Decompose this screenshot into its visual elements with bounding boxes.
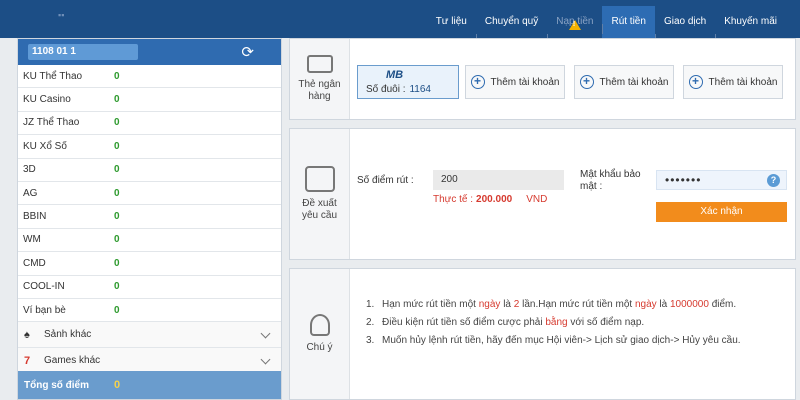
- account-row: KU Thể Thao 0: [18, 65, 281, 89]
- nav-nap-tien[interactable]: Nạp tiền: [547, 16, 602, 44]
- sidebar-header: 1108 01 1 ⟳: [18, 39, 281, 65]
- help-icon[interactable]: ?: [767, 174, 780, 187]
- bank-card-panel: Thẻ ngân hàng MB Số đuôi :1164 + Thêm tà…: [289, 38, 796, 120]
- notes-label: Chú ý: [306, 342, 333, 353]
- account-list: KU Thể Thao 0 KU Casino 0 JZ Thể Thao 0 KU Xổ …: [18, 65, 281, 323]
- withdraw-request-panel: Đề xuất yêu cầu Số điểm rút : 200 Thực t…: [289, 128, 796, 260]
- account-sidebar: 1108 01 1 ⟳ KU Thể Thao 0 KU Casino 0 JZ Thể…: [17, 38, 282, 400]
- notes-list: 1. Hạn mức rút tiền một ngày là 2 lần.Hạ…: [366, 299, 786, 353]
- account-row: KU Casino 0: [18, 88, 281, 112]
- account-name: WM: [23, 234, 41, 246]
- account-row: KU Xổ Số 0: [18, 135, 281, 159]
- plus-icon: +: [470, 75, 485, 89]
- warning-icon: [568, 20, 581, 30]
- plus-icon: +: [579, 75, 594, 89]
- add-account-button[interactable]: + Thêm tài khoản: [683, 65, 783, 99]
- nav-giao-dich[interactable]: Giao dịch: [654, 16, 715, 44]
- account-row: JZ Thể Thao 0: [18, 112, 281, 136]
- nav-tu-lieu[interactable]: Tư liệu: [427, 16, 476, 38]
- account-row: AG 0: [18, 182, 281, 206]
- plus-icon: +: [688, 75, 703, 89]
- account-name: CMD: [23, 257, 46, 269]
- account-row: WM 0: [18, 229, 281, 253]
- note-item: 2. Điều kiện rút tiền số điểm cược phải …: [366, 317, 645, 328]
- account-name: KU Xổ Số: [23, 140, 67, 152]
- add-account-button[interactable]: + Thêm tài khoản: [574, 65, 674, 99]
- notes-panel: Chú ý 1. Hạn mức rút tiền một ngày là 2 …: [289, 268, 796, 400]
- account-balance: 0: [114, 211, 120, 223]
- mb-bank-logo: MB: [386, 69, 404, 81]
- nav-chuyen-quy[interactable]: Chuyển quỹ: [475, 16, 547, 44]
- main-nav: Tư liệu Chuyển quỹ Nạp tiền Rút tiền Gia…: [427, 0, 786, 44]
- withdraw-label-2: yêu cầu: [301, 210, 338, 221]
- account-name: KU Casino: [23, 94, 71, 106]
- note-item: 1. Hạn mức rút tiền một ngày là 2 lần.Hạ…: [366, 299, 737, 310]
- account-name: AG: [23, 187, 38, 199]
- nav-khuyen-mai[interactable]: Khuyến mãi: [715, 16, 786, 44]
- notes-side: Chú ý: [290, 269, 350, 399]
- total-points-value: 0: [114, 379, 121, 391]
- account-name: Ví bạn bè: [23, 304, 66, 316]
- withdraw-side: Đề xuất yêu cầu: [290, 129, 350, 259]
- note-item: 3. Muốn hủy lệnh rút tiền, hãy đến mục H…: [366, 335, 741, 346]
- form-edit-icon: [304, 166, 335, 192]
- total-points-label: Tổng số điểm: [24, 379, 89, 391]
- chevron-down-icon: [260, 328, 271, 339]
- account-name: 3D: [23, 164, 36, 176]
- account-balance: 0: [114, 70, 120, 82]
- spade-icon: ♠: [24, 328, 30, 341]
- nav-rut-tien[interactable]: Rút tiền: [602, 6, 655, 42]
- account-name: KU Thể Thao: [23, 70, 83, 82]
- card-suffix: Số đuôi :1164: [366, 84, 431, 95]
- confirm-button[interactable]: Xác nhận: [656, 202, 787, 222]
- account-name: COOL-IN: [23, 281, 65, 293]
- withdraw-label-1: Đề xuất: [302, 198, 337, 209]
- bank-card-label-2: hàng: [308, 91, 331, 102]
- account-row: Ví bạn bè 0: [18, 299, 281, 323]
- account-row: COOL-IN 0: [18, 276, 281, 299]
- bank-card-icon: [306, 55, 333, 73]
- account-balance: 0: [114, 140, 120, 152]
- password-label: Mật khẩu bảo mật :: [580, 169, 641, 192]
- top-nav-bar: ▪▪ Tư liệu Chuyển quỹ Nạp tiền Rút tiền …: [0, 0, 800, 44]
- bank-card-side: Thẻ ngân hàng: [290, 39, 350, 119]
- account-row: BBIN 0: [18, 205, 281, 229]
- amount-label: Số điểm rút :: [357, 175, 414, 186]
- account-row: 3D 0: [18, 159, 281, 182]
- account-name: BBIN: [23, 211, 47, 223]
- group-label: Games khác: [44, 355, 101, 367]
- account-balance: 0: [114, 257, 120, 269]
- account-row: CMD 0: [18, 252, 281, 276]
- bank-card-mb[interactable]: MB Số đuôi :1164: [357, 65, 459, 99]
- group-sanh-khac[interactable]: ♠ Sảnh khác: [18, 322, 281, 349]
- account-balance: 0: [114, 117, 120, 129]
- total-points-row: Tổng số điểm 0: [18, 371, 281, 399]
- account-name: JZ Thể Thao: [23, 117, 80, 129]
- seven-icon: 7: [24, 354, 31, 367]
- account-balance: 0: [114, 234, 120, 246]
- group-label: Sảnh khác: [44, 329, 92, 341]
- actual-amount: Thực tế :200.000 VND: [433, 194, 548, 205]
- bank-card-label-1: Thẻ ngân: [298, 79, 341, 90]
- security-password-input[interactable]: ••••••• ?: [656, 170, 787, 190]
- chevron-down-icon: [260, 354, 271, 365]
- lightbulb-icon: [309, 314, 330, 336]
- account-balance: 0: [114, 281, 120, 293]
- amount-input[interactable]: 200: [433, 170, 564, 190]
- account-balance: 0: [114, 94, 120, 106]
- account-balance: 0: [114, 304, 120, 316]
- add-account-button[interactable]: + Thêm tài khoản: [465, 65, 565, 99]
- balance-badge: 1108 01 1: [28, 44, 138, 60]
- logo-icon[interactable]: ▪▪: [58, 10, 76, 20]
- account-balance: 0: [114, 187, 120, 199]
- refresh-icon[interactable]: ⟳: [241, 43, 254, 61]
- account-balance: 0: [114, 164, 120, 176]
